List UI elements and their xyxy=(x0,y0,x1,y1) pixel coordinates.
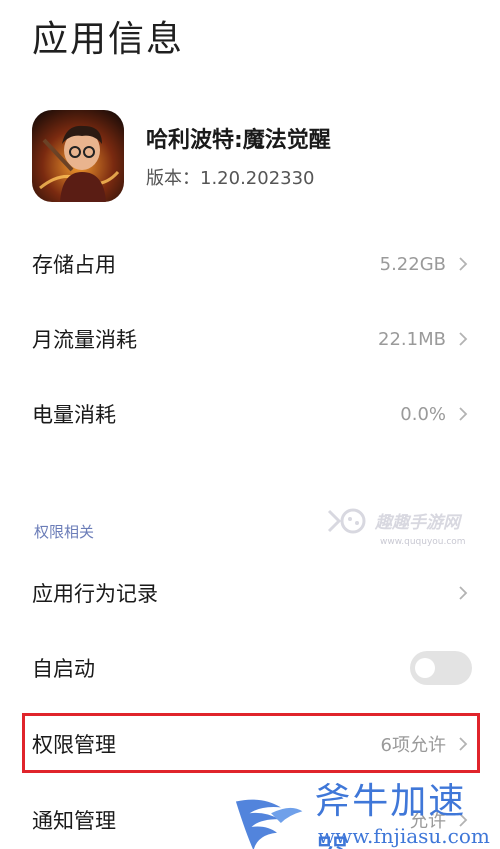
app-version: 版本：1.20.202330 xyxy=(146,168,315,189)
behavior-log-row[interactable]: 应用行为记录 xyxy=(32,573,472,613)
storage-label: 存储占用 xyxy=(32,253,116,277)
autostart-row: 自启动 xyxy=(32,648,472,688)
page-title: 应用信息 xyxy=(32,19,185,60)
watermark-quqv-text: 趣趣手游网 xyxy=(375,512,460,533)
toggle-knob xyxy=(415,658,435,678)
data-usage-row[interactable]: 月流量消耗 22.1MB xyxy=(32,319,472,359)
behavior-log-label: 应用行为记录 xyxy=(32,582,158,606)
storage-value: 5.22GB xyxy=(379,253,446,275)
storage-row[interactable]: 存储占用 5.22GB xyxy=(32,244,472,284)
watermark-quqv-url: www.ququyou.com xyxy=(380,537,466,547)
chevron-right-icon xyxy=(459,586,468,600)
battery-label: 电量消耗 xyxy=(32,403,116,427)
section-label-permissions: 权限相关 xyxy=(34,523,95,541)
notification-manage-label: 通知管理 xyxy=(32,809,116,833)
chevron-right-icon xyxy=(459,257,468,271)
autostart-label: 自启动 xyxy=(32,657,95,681)
app-name: 哈利波特:魔法觉醒 xyxy=(146,128,331,153)
wing-logo-icon xyxy=(235,799,303,849)
watermark-quqv: 趣趣手游网 xyxy=(325,505,460,535)
highlight-box xyxy=(22,713,480,773)
data-usage-value: 22.1MB xyxy=(378,328,446,350)
autostart-toggle[interactable] xyxy=(410,651,472,685)
watermark-fnjiasu-url: www.fnjiasu.com xyxy=(318,824,490,848)
chevron-right-icon xyxy=(459,332,468,346)
battery-row[interactable]: 电量消耗 0.0% xyxy=(32,394,472,434)
battery-value: 0.0% xyxy=(400,403,446,425)
app-icon xyxy=(32,110,124,202)
app-header: 哈利波特:魔法觉醒 版本：1.20.202330 xyxy=(32,110,472,202)
chevron-right-icon xyxy=(459,407,468,421)
data-usage-label: 月流量消耗 xyxy=(32,328,137,352)
gamepad-icon xyxy=(327,508,366,534)
